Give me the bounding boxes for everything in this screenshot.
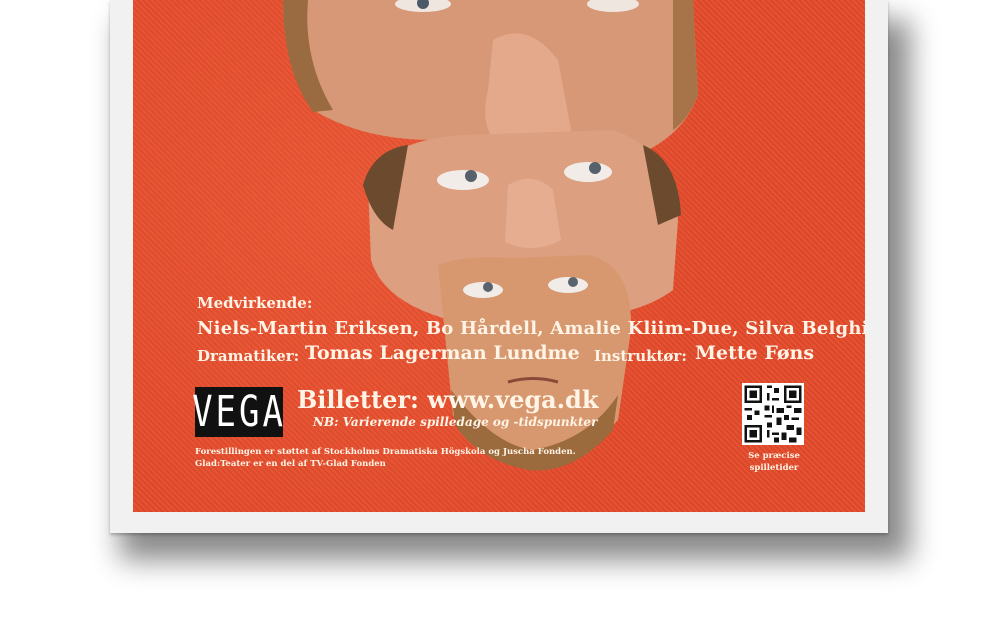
director-label: Instruktør: [594, 347, 687, 365]
qr-caption: Se præcise spilletider [743, 450, 805, 474]
middle-eye-left [437, 170, 489, 190]
bottom-eye-right [548, 277, 588, 293]
playwright-name: Tomas Lagerman Lundme [305, 342, 580, 364]
bottom-eye-left [463, 282, 503, 298]
director-name: Mette Føns [695, 342, 815, 364]
tickets-note: NB: Varierende spilledage og -tidspunkte… [313, 415, 598, 429]
cast-label: Medvirkende: [197, 294, 313, 312]
cast-names: Niels-Martin Eriksen, Bo Hårdell, Amalie… [197, 318, 865, 339]
middle-eye-right [564, 162, 612, 182]
theatre-poster: Medvirkende: Niels-Martin Eriksen, Bo Hå… [133, 0, 865, 512]
support-text: Forestillingen er støttet af Stockholms … [195, 446, 576, 470]
support-line-1: Forestillingen er støttet af Stockholms … [195, 447, 576, 457]
qr-code-icon[interactable] [742, 383, 804, 445]
vega-logo: VEGA [192, 387, 286, 437]
support-line-2: Glad:Teater er en del af TV-Glad Fonden [195, 459, 386, 469]
qr-caption-line-1: Se præcise [748, 451, 800, 461]
top-face-beard-right [673, 0, 698, 130]
tickets-link[interactable]: Billetter: www.vega.dk [297, 385, 598, 414]
qr-caption-line-2: spilletider [749, 463, 799, 473]
playwright-label: Dramatiker: [197, 347, 300, 365]
